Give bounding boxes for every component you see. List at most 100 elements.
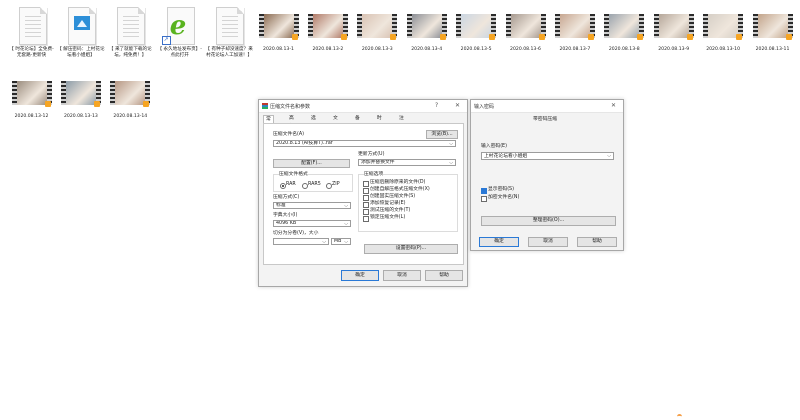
checkbox[interactable] — [363, 202, 369, 208]
browse-button[interactable]: 浏览(B)... — [426, 130, 458, 139]
tab-files[interactable]: 文件 — [331, 115, 340, 129]
video-still — [757, 14, 788, 38]
video-file[interactable]: 2020.08.13-14 — [106, 72, 155, 120]
text-line — [222, 24, 239, 25]
video-file[interactable]: 2020.08.13-7 — [550, 5, 599, 53]
checkbox[interactable] — [363, 181, 369, 187]
film-frame — [554, 14, 595, 40]
text-file-icon — [209, 5, 249, 45]
checkbox[interactable] — [363, 188, 369, 194]
split-size-combo[interactable] — [273, 238, 329, 245]
text-line — [222, 20, 239, 21]
text-file[interactable]: 【 有种子却没速度？来村花论坛人工加速！】 — [205, 5, 254, 59]
tab-advanced[interactable]: 高级 — [287, 115, 296, 129]
video-file[interactable]: 2020.08.13-4 — [402, 5, 451, 53]
media-player-badge-icon — [143, 101, 150, 107]
image-file-icon — [61, 5, 101, 45]
set-password-button[interactable]: 设置密码(P)... — [364, 244, 458, 254]
video-file[interactable]: 2020.08.13-11 — [748, 5, 797, 53]
format-group-label: 压缩文件格式 — [279, 172, 308, 178]
help-icon[interactable]: ? — [435, 102, 438, 109]
close-icon[interactable]: ✕ — [455, 102, 460, 109]
video-still — [115, 81, 146, 105]
video-file[interactable]: 2020.08.13-5 — [452, 5, 501, 53]
options-group-label: 压缩选项 — [364, 172, 384, 178]
password-input[interactable]: 上村花论坛看小姐姐 — [481, 152, 614, 160]
video-file[interactable]: 2020.08.13-12 — [7, 72, 56, 120]
enter-password-label: 输入密码(E) — [481, 144, 507, 149]
text-file[interactable]: 【 时花论坛】全免费-无套路-更新快 — [7, 5, 56, 59]
method-combo[interactable]: 标准 — [273, 202, 351, 209]
video-file[interactable]: 2020.08.13-8 — [600, 5, 649, 53]
film-frame — [406, 14, 447, 40]
archive-name-label: 压缩文件名(A) — [273, 132, 305, 137]
video-still — [16, 81, 47, 105]
video-thumbnail-icon — [505, 5, 546, 45]
text-file[interactable]: 【 来了就能下载的论坛，纯免费！】 — [106, 5, 155, 59]
text-line — [222, 28, 239, 29]
cancel-button[interactable]: 取消 — [528, 237, 568, 247]
text-line — [123, 16, 140, 17]
tab-options[interactable]: 选项 — [309, 115, 318, 129]
video-file[interactable]: 2020.08.13-10 — [699, 5, 748, 53]
checkbox[interactable] — [363, 209, 369, 215]
url-shortcut-file[interactable]: e ↗ 【 永久地址发布页】-点此打开 — [155, 5, 204, 59]
image-file[interactable]: 【 解压密码：上村花论坛看小姐姐】 — [56, 5, 105, 59]
video-thumbnail-icon — [60, 72, 101, 112]
format-zip-label: ZIP — [332, 182, 340, 187]
video-still — [559, 14, 590, 38]
document-shape — [18, 7, 47, 45]
title-bar[interactable]: 输入密码 ✕ — [471, 100, 623, 113]
dialog-title: 压缩文件名和参数 — [270, 104, 311, 110]
text-line — [222, 32, 239, 33]
profiles-button[interactable]: 配置(F)... — [273, 159, 350, 168]
file-label: 2020.08.13-5 — [460, 47, 492, 52]
internet-explorer-icon: e ↗ — [160, 5, 200, 45]
video-file[interactable]: 2020.08.13-9 — [649, 5, 698, 53]
file-label: 2020.08.13-11 — [755, 47, 790, 52]
text-line — [222, 36, 239, 37]
format-group: 压缩文件格式 RAR RAR5 ZIP — [273, 172, 353, 192]
video-thumbnail-icon — [11, 72, 52, 112]
archive-name-combo[interactable]: 2020.8.13 (Ai技算T)..rar — [273, 140, 456, 147]
option-label: 压缩后删除原来的文件(D) — [370, 180, 426, 185]
video-file[interactable]: 2020.08.13-1 — [254, 5, 303, 53]
checkbox[interactable] — [363, 216, 369, 222]
help-button[interactable]: 帮助 — [425, 270, 463, 281]
encrypt-filenames-checkbox[interactable] — [481, 196, 487, 202]
film-frame — [110, 81, 151, 107]
update-mode-combo[interactable]: 添加并替换文件 — [358, 159, 456, 166]
file-label: 2020.08.13-8 — [608, 47, 640, 52]
ok-button[interactable]: 确定 — [479, 237, 519, 247]
video-still — [658, 14, 689, 38]
cancel-button[interactable]: 取消 — [383, 270, 421, 281]
tab-backup[interactable]: 备份 — [353, 115, 362, 129]
video-thumbnail-icon — [357, 5, 398, 45]
video-file[interactable]: 2020.08.13-13 — [56, 72, 105, 120]
film-frame — [752, 14, 793, 40]
title-bar[interactable]: 压缩文件名和参数 ? ✕ — [259, 100, 467, 113]
tab-time[interactable]: 时间 — [375, 115, 384, 129]
video-file[interactable]: 2020.08.13-2 — [303, 5, 352, 53]
option-label: 添加恢复记录(E) — [370, 201, 406, 206]
help-button[interactable]: 帮助 — [577, 237, 617, 247]
tray-mark-icon — [677, 414, 682, 420]
video-thumbnail-icon — [406, 5, 447, 45]
show-password-checkbox[interactable] — [481, 188, 487, 194]
media-player-badge-icon — [736, 34, 743, 40]
checkbox[interactable] — [363, 195, 369, 201]
video-file[interactable]: 2020.08.13-6 — [501, 5, 550, 53]
option-label: 创建自解压格式压缩文件(X) — [370, 187, 430, 192]
dict-size-label: 字典大小(I) — [273, 213, 298, 218]
film-frame — [505, 14, 546, 40]
ok-button[interactable]: 确定 — [341, 270, 379, 281]
media-player-badge-icon — [637, 34, 644, 40]
split-unit-combo[interactable]: MB — [331, 238, 351, 245]
close-icon[interactable]: ✕ — [611, 102, 616, 109]
video-file[interactable]: 2020.08.13-3 — [353, 5, 402, 53]
video-still — [263, 14, 294, 38]
file-label: 【 来了就能下载的论坛，纯免费！】 — [108, 47, 152, 58]
dict-size-combo[interactable]: 4096 KB — [273, 220, 351, 227]
organize-passwords-button[interactable]: 整理密码(O)... — [481, 216, 616, 226]
tab-comment[interactable]: 注释 — [397, 115, 406, 129]
